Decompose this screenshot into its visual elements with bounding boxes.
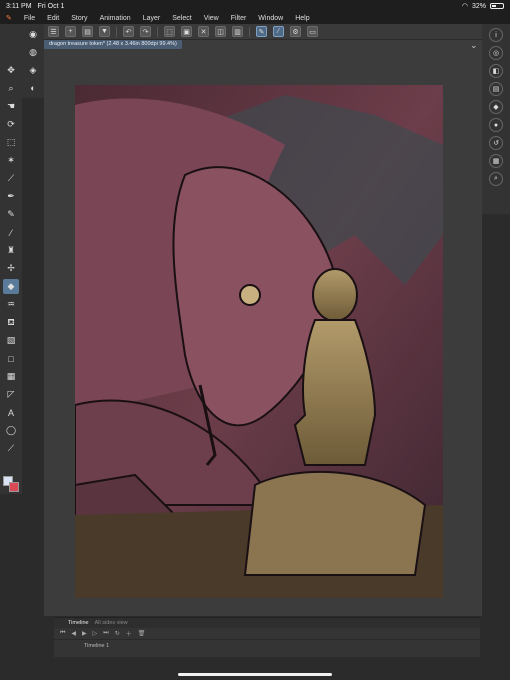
tab-timeline[interactable]: Timeline	[68, 620, 89, 626]
zoom-icon[interactable]: ⌕	[3, 81, 19, 96]
new-icon[interactable]: +	[65, 26, 76, 37]
menu-view[interactable]: View	[204, 15, 219, 22]
rotate-icon[interactable]: ⟳	[3, 117, 19, 132]
settings-icon[interactable]: ⚙	[290, 26, 301, 37]
stabilizer-icon[interactable]: ◈	[25, 62, 41, 78]
hand-icon[interactable]: ☚	[3, 99, 19, 114]
menu-bar: ✎ File Edit Story Animation Layer Select…	[0, 12, 510, 24]
brush-icon[interactable]: ⁄	[3, 225, 19, 240]
status-bar: 3:11 PM Fri Oct 1 ◠ 32%	[0, 0, 510, 12]
home-indicator[interactable]	[178, 673, 332, 676]
fill-icon[interactable]: ⛾	[3, 315, 19, 330]
timeline-track[interactable]: Timeline 1	[54, 640, 480, 652]
fill-icon[interactable]: ▥	[232, 26, 243, 37]
search-icon[interactable]: ⌕	[489, 172, 503, 186]
layer-icon[interactable]: ◫	[215, 26, 226, 37]
battery-icon	[490, 3, 504, 9]
clear-icon[interactable]: ✕	[198, 26, 209, 37]
save-icon[interactable]: ▼	[99, 26, 110, 37]
menu-filter[interactable]: Filter	[231, 15, 247, 22]
color-swatch[interactable]	[3, 476, 19, 492]
timeline-controls: ⏮ ◀ ▶ ▷ ⏭ ↻ ＋ 🗑	[54, 628, 480, 640]
menu-window[interactable]: Window	[258, 15, 283, 22]
eyedropper-icon[interactable]: ⟋	[3, 171, 19, 186]
menu-select[interactable]: Select	[172, 15, 191, 22]
loop-icon[interactable]: ↻	[115, 630, 120, 637]
decoration-icon[interactable]: ✢	[3, 261, 19, 276]
subtool-icon[interactable]: ◆	[489, 100, 503, 114]
blend-icon[interactable]: ♒	[3, 297, 19, 312]
ruler-toggle-icon[interactable]: ▭	[307, 26, 318, 37]
pen-icon[interactable]: ✒	[3, 189, 19, 204]
stroke-active-icon[interactable]: ⁄	[273, 26, 284, 37]
delete-icon[interactable]: 🗑	[138, 630, 146, 637]
info-icon[interactable]: i	[489, 28, 503, 42]
timeline-panel: Timeline All sides view ⏮ ◀ ▶ ▷ ⏭ ↻ ＋ 🗑 …	[54, 617, 480, 657]
last-frame-icon[interactable]: ⏭	[103, 630, 108, 637]
left-tool-rail: ✥ ⌕ ☚ ⟳ ⬚ ✶ ⟋ ✒ ✎ ⁄ ♜ ✢ ◆ ♒ ⛾ ▧ □ ▦ ◸ A …	[0, 24, 22, 494]
document-tab[interactable]: dragon treasure token* (2.48 x 3.46in 80…	[44, 40, 182, 49]
artwork-illustration	[75, 85, 443, 598]
airbrush-icon[interactable]: ♜	[3, 243, 19, 258]
first-frame-icon[interactable]: ⏮	[60, 630, 65, 637]
timeline-tabs: Timeline All sides view	[54, 618, 480, 628]
texture-icon[interactable]: ◐	[25, 80, 41, 96]
menu-layer[interactable]: Layer	[143, 15, 161, 22]
undo-icon[interactable]: ↶	[123, 26, 134, 37]
subtool-panel: ◉ ◍ ◈ ◐	[22, 24, 44, 98]
pencil-icon[interactable]: ✎	[3, 207, 19, 222]
select-icon[interactable]: ⬚	[3, 135, 19, 150]
balloon-icon[interactable]: ◯	[3, 423, 19, 438]
timeline-track-label: Timeline 1	[84, 643, 110, 649]
gradient-icon[interactable]: ▧	[3, 333, 19, 348]
right-palette: i ◎ ◧ ▤ ◆ ● ↺ ▦ ⌕	[482, 24, 510, 214]
transform-icon[interactable]: ⬚	[164, 26, 175, 37]
bottom-strip	[0, 657, 510, 680]
chevron-down-icon[interactable]: ⌄	[470, 40, 478, 51]
properties-icon[interactable]: ▤	[489, 82, 503, 96]
sub-color[interactable]	[9, 482, 19, 492]
frame-icon[interactable]: ▦	[3, 369, 19, 384]
command-bar: ☰ + ▤ ▼ ↶ ↷ ⬚ ▣ ✕ ◫ ▥ ✎ ⁄ ⚙ ▭	[44, 24, 482, 40]
opacity-icon[interactable]: ◍	[25, 44, 41, 60]
tab-all-sides-view[interactable]: All sides view	[95, 620, 128, 626]
prev-frame-icon[interactable]: ◀	[71, 630, 76, 637]
lasso-icon[interactable]: ✶	[3, 153, 19, 168]
layers-icon[interactable]: ◧	[489, 64, 503, 78]
menu-help[interactable]: Help	[295, 15, 309, 22]
redo-icon[interactable]: ↷	[140, 26, 151, 37]
brush-size-icon[interactable]: ◉	[25, 26, 41, 42]
next-frame-icon[interactable]: ▷	[93, 630, 98, 637]
app-icon[interactable]: ✎	[6, 14, 12, 22]
toolbar-divider	[157, 26, 158, 37]
status-date: Fri Oct 1	[37, 2, 65, 10]
material-icon[interactable]: ▦	[489, 154, 503, 168]
open-icon[interactable]: ▤	[82, 26, 93, 37]
menu-story[interactable]: Story	[71, 15, 87, 22]
menu-file[interactable]: File	[24, 15, 35, 22]
menu-icon[interactable]: ☰	[48, 26, 59, 37]
menu-edit[interactable]: Edit	[47, 15, 59, 22]
status-time: 3:11 PM	[6, 2, 32, 10]
menu-animation[interactable]: Animation	[100, 15, 131, 22]
toolbar-divider	[116, 26, 117, 37]
figure-icon[interactable]: □	[3, 351, 19, 366]
pen-active-icon[interactable]: ✎	[256, 26, 267, 37]
wifi-icon: ◠	[461, 3, 468, 10]
toolbar-divider	[249, 26, 250, 37]
ruler-icon[interactable]: ◸	[3, 387, 19, 402]
crop-icon[interactable]: ▣	[181, 26, 192, 37]
add-cel-icon[interactable]: ＋	[126, 629, 132, 638]
play-icon[interactable]: ▶	[82, 630, 87, 637]
text-icon[interactable]: A	[3, 405, 19, 420]
artboard-canvas[interactable]	[75, 85, 443, 598]
color-icon[interactable]: ●	[489, 118, 503, 132]
left-tool-list: ✥ ⌕ ☚ ⟳ ⬚ ✶ ⟋ ✒ ✎ ⁄ ♜ ✢ ◆ ♒ ⛾ ▧ □ ▦ ◸ A …	[0, 60, 22, 459]
history-icon[interactable]: ↺	[489, 136, 503, 150]
move-icon[interactable]: ✥	[3, 63, 19, 78]
eraser-icon[interactable]: ◆	[3, 279, 19, 294]
navigator-icon[interactable]: ◎	[489, 46, 503, 60]
battery-percent: 32%	[471, 2, 486, 10]
correction-icon[interactable]: ⟋	[3, 441, 19, 456]
